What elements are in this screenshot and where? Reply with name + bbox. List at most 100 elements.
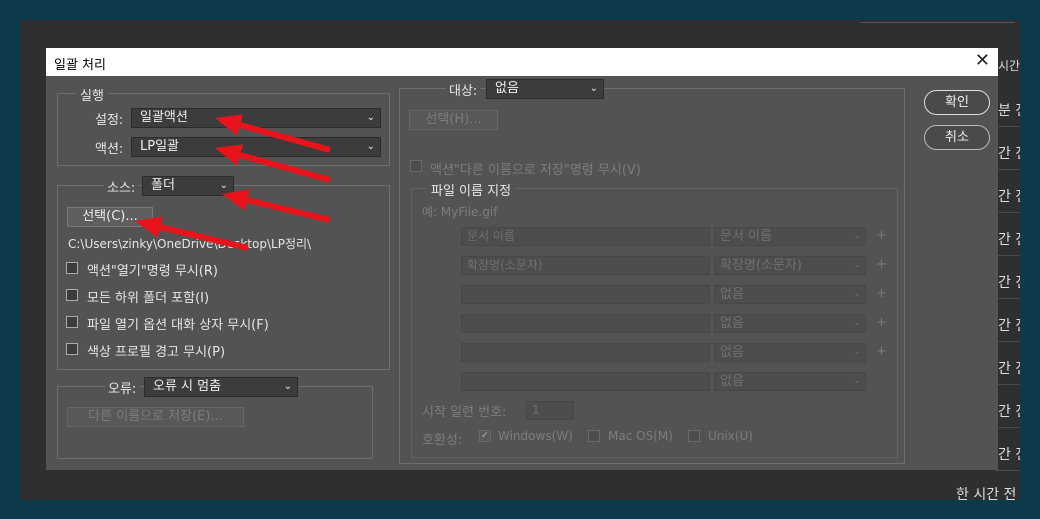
close-icon[interactable]: ✕ — [975, 50, 990, 71]
background-row-divider — [995, 255, 1020, 256]
chevron-down-icon: ⌄ — [853, 376, 861, 386]
chevron-down-icon: ⌄ — [853, 318, 861, 328]
compat-label: 호환성: — [422, 433, 463, 448]
background-list-label: 간 전 — [998, 275, 1020, 291]
background-list-label: 간 전 — [998, 447, 1020, 463]
cancel-button[interactable]: 취소 — [924, 125, 990, 150]
naming-select[interactable]: 없음 ⌄ — [714, 285, 866, 304]
override-save-as-checkbox[interactable] — [410, 160, 422, 172]
errors-select-value: 오류 시 멈춤 — [153, 379, 222, 394]
naming-text-field[interactable] — [461, 285, 710, 304]
source-option-label: 색상 프로필 경고 무시(P) — [87, 345, 226, 360]
destination-select-value: 없음 — [495, 81, 519, 96]
chevron-down-icon: ⌄ — [366, 112, 375, 123]
add-row-icon[interactable]: + — [876, 286, 887, 301]
source-label: 소스: — [104, 177, 139, 196]
naming-select-value: 없음 — [720, 287, 744, 302]
compat-mac-label: Mac OS(M) — [608, 429, 673, 443]
naming-select[interactable]: 없음 ⌄ — [714, 314, 866, 333]
play-legend: 실행 — [76, 85, 108, 104]
naming-text-field[interactable] — [461, 314, 710, 333]
source-select-value: 폴더 — [151, 178, 175, 193]
background-list-label: 간 전 — [998, 318, 1020, 334]
naming-text-field[interactable] — [461, 372, 710, 391]
background-list-label: 간 전 — [998, 404, 1020, 420]
background-label: 시간 — [998, 59, 1020, 73]
source-option-label: 파일 열기 옵션 대화 상자 무시(F) — [87, 318, 269, 333]
compat-mac-checkbox[interactable] — [588, 430, 600, 442]
naming-select[interactable]: 문서 이름 ⌄ — [714, 227, 866, 246]
set-select[interactable]: 일괄액션 ⌄ — [131, 108, 381, 128]
set-select-value: 일괄액션 — [140, 110, 188, 125]
add-row-icon[interactable]: + — [876, 315, 887, 330]
source-option-checkbox[interactable] — [66, 316, 78, 328]
background-row-divider — [995, 169, 1020, 170]
source-option-checkbox[interactable] — [66, 343, 78, 355]
naming-select-value: 없음 — [720, 345, 744, 360]
source-path: C:\Users\zinky\OneDrive\Desktop\LP정리\ — [68, 237, 312, 251]
compat-windows-checkbox[interactable]: ✓ — [479, 430, 491, 442]
add-row-icon[interactable]: + — [876, 257, 887, 272]
chevron-down-icon: ⌄ — [853, 231, 861, 241]
serial-label: 시작 일련 번호: — [422, 405, 507, 420]
naming-example: 예: MyFile.gif — [422, 205, 498, 219]
ok-button[interactable]: 확인 — [924, 90, 990, 115]
background-row-divider — [995, 341, 1020, 342]
background-row-divider — [995, 470, 1020, 471]
compat-unix-checkbox[interactable] — [688, 430, 700, 442]
destination-label: 대상: — [446, 80, 481, 99]
action-label: 액션: — [95, 142, 124, 157]
naming-select-value: 없음 — [720, 374, 744, 389]
chevron-down-icon: ⌄ — [366, 141, 375, 152]
action-select-value: LP일괄 — [140, 139, 180, 154]
destination-select[interactable]: 없음 ⌄ — [486, 79, 604, 99]
background-list-label: 간 전 — [998, 232, 1020, 248]
background-list-label: 간 전 — [998, 189, 1020, 205]
serial-input[interactable]: 1 — [526, 401, 574, 420]
background-list-label: 분 전 — [998, 103, 1020, 119]
naming-select-value: 확장명(소문자) — [720, 258, 802, 273]
compat-unix-label: Unix(U) — [708, 429, 753, 443]
background-row-divider — [995, 384, 1020, 385]
naming-select[interactable]: 확장명(소문자) ⌄ — [714, 256, 866, 275]
source-option-checkbox[interactable] — [66, 262, 78, 274]
naming-text-field[interactable] — [461, 343, 710, 362]
chevron-down-icon: ⌄ — [219, 180, 228, 191]
set-label: 설정: — [95, 113, 124, 128]
destination-choose-button[interactable]: 선택(H)... — [409, 110, 498, 130]
errors-label: 오류: — [105, 378, 140, 397]
chevron-down-icon: ⌄ — [853, 289, 861, 299]
add-row-icon[interactable]: + — [876, 228, 887, 243]
naming-select-value: 문서 이름 — [720, 229, 772, 244]
source-choose-button[interactable]: 선택(C)... — [67, 207, 153, 227]
naming-select[interactable]: 없음 ⌄ — [714, 343, 866, 362]
chevron-down-icon: ⌄ — [853, 347, 861, 357]
chevron-down-icon: ⌄ — [853, 260, 861, 270]
action-select[interactable]: LP일괄 ⌄ — [131, 137, 381, 157]
errors-select[interactable]: 오류 시 멈춤 ⌄ — [144, 377, 298, 397]
errors-save-as-button[interactable]: 다른 이름으로 저장(E)... — [67, 407, 244, 427]
dialog-title: 일괄 처리 — [54, 58, 106, 73]
naming-legend: 파일 이름 지정 — [427, 180, 516, 199]
background-list-label: 간 전 — [998, 361, 1020, 377]
background-list-label: 간 전 — [998, 146, 1020, 162]
override-save-as-label: 액션"다른 이름으로 저장"명령 무시(V) — [430, 163, 641, 178]
naming-text-field[interactable]: 문서 이름 — [461, 227, 710, 246]
title-bar: 일괄 처리 ✕ — [46, 48, 998, 76]
compat-windows-label: Windows(W) — [498, 429, 573, 443]
background-row-divider — [995, 427, 1020, 428]
source-option-checkbox[interactable] — [66, 289, 78, 301]
background-row-divider — [995, 126, 1020, 127]
source-select[interactable]: 폴더 ⌄ — [142, 176, 234, 196]
naming-select[interactable]: 없음 ⌄ — [714, 372, 866, 391]
chevron-down-icon: ⌄ — [589, 83, 598, 94]
background-row-divider — [995, 298, 1020, 299]
add-row-icon[interactable]: + — [876, 344, 887, 359]
batch-dialog: 일괄 처리 ✕ 실행 설정: 일괄액션 ⌄ 액션: LP일괄 ⌄ 소스: 폴더 … — [46, 48, 998, 470]
source-option-label: 모든 하위 폴더 포함(I) — [87, 291, 210, 306]
background-bottom-label: 한 시간 전 — [956, 487, 1017, 503]
source-option-label: 액션"열기"명령 무시(R) — [87, 264, 218, 279]
naming-text-field[interactable]: 확장명(소문자) — [461, 256, 710, 275]
checkmark-icon: ✓ — [480, 430, 490, 441]
chevron-down-icon: ⌄ — [283, 381, 292, 392]
